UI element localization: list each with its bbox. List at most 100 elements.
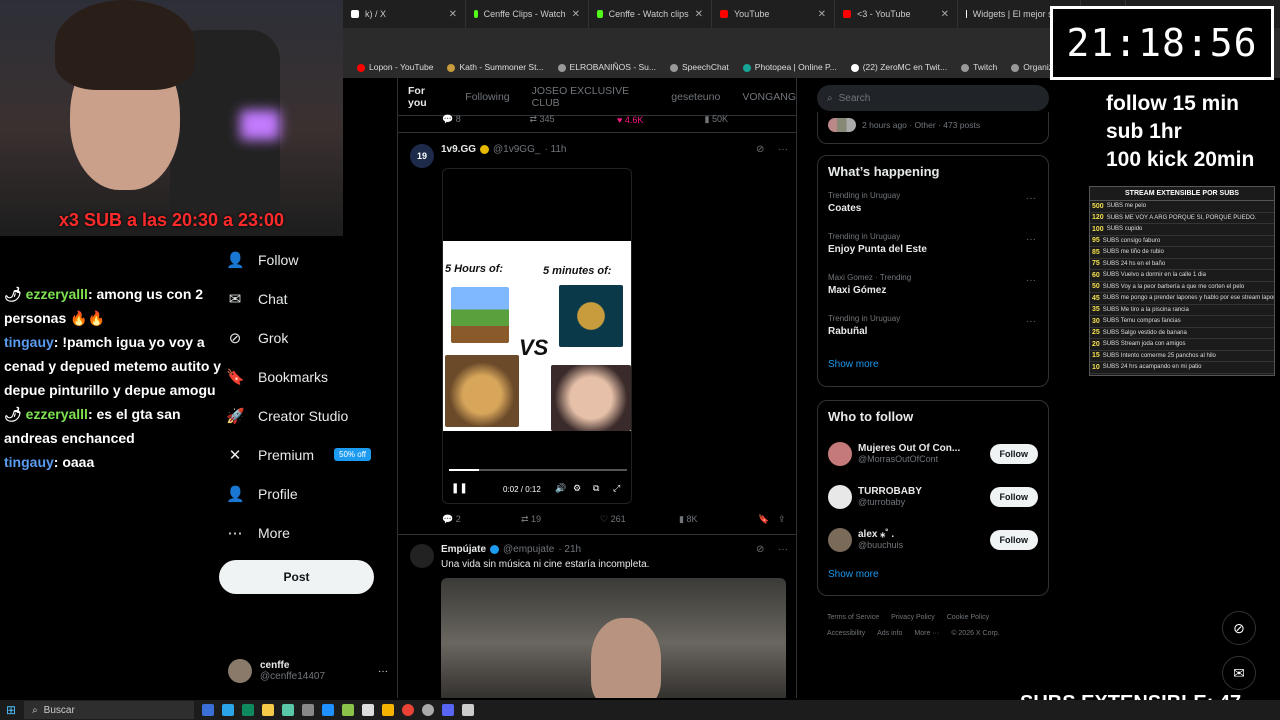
more-dots-icon[interactable]: ··· bbox=[1026, 316, 1036, 327]
follow-button[interactable]: Follow bbox=[989, 486, 1038, 507]
app-icon[interactable] bbox=[302, 704, 315, 716]
trend-item[interactable]: Maxi Gomez · Trending Maxi Gómez ··· bbox=[818, 269, 1048, 310]
post-video[interactable] bbox=[441, 578, 786, 698]
browser-tab[interactable]: <3 - YouTube ✕ bbox=[835, 0, 958, 28]
nav-item-grok[interactable]: ⊘ Grok bbox=[226, 318, 386, 357]
timeline-tab[interactable]: JOSEO EXCLUSIVE CLUB bbox=[532, 85, 650, 109]
app-icon[interactable] bbox=[462, 704, 475, 716]
footer-link[interactable]: Privacy Policy bbox=[891, 614, 935, 621]
browser-tab[interactable]: k) / X ✕ bbox=[343, 0, 466, 28]
more-dots-icon[interactable]: ··· bbox=[378, 666, 388, 677]
more-dots-icon[interactable]: ··· bbox=[778, 144, 788, 155]
app-icon[interactable] bbox=[342, 704, 355, 716]
timeline-tab[interactable]: geseteuno bbox=[671, 91, 720, 103]
like-button[interactable]: ♡ 261 bbox=[600, 514, 679, 525]
more-dots-icon[interactable]: ··· bbox=[1026, 234, 1036, 245]
more-dots-icon[interactable]: ··· bbox=[778, 544, 788, 555]
bookmark-item[interactable]: (22) ZeroMC en Twit... bbox=[850, 62, 947, 72]
trend-item[interactable]: Trending in Uruguay Rabuñal ··· bbox=[818, 310, 1048, 351]
nav-item-bookmarks[interactable]: 🔖 Bookmarks bbox=[226, 357, 386, 396]
follow-button[interactable]: Follow bbox=[989, 443, 1038, 464]
nav-item-premium[interactable]: ✕ Premium 50% off bbox=[226, 435, 386, 474]
app-icon[interactable] bbox=[322, 704, 335, 716]
search-input[interactable]: ⌕ Search bbox=[817, 85, 1049, 111]
post-avatar[interactable]: 19 bbox=[410, 144, 434, 168]
post-author[interactable]: 1v9.GG bbox=[441, 144, 476, 155]
video-player[interactable]: 5 Hours of: 5 minutes of: VS ❚❚ 0:02 / 0… bbox=[442, 168, 632, 504]
close-icon[interactable]: ✕ bbox=[572, 9, 580, 20]
taskbar-search[interactable]: ⌕ Buscar bbox=[24, 701, 195, 719]
task-view-icon[interactable] bbox=[202, 704, 215, 716]
trend-item[interactable]: Trending in Uruguay Coates ··· bbox=[818, 187, 1048, 228]
follow-suggestion[interactable]: alex ⁎˚ . @buuchuis Follow bbox=[818, 518, 1048, 561]
like-count[interactable]: ♥ 4.6K bbox=[617, 115, 705, 125]
edge-icon[interactable] bbox=[242, 704, 255, 716]
follow-suggestion[interactable]: Mujeres Out Of Con... @MorrasOutOfCont Fol… bbox=[818, 432, 1048, 475]
show-more-link[interactable]: Show more bbox=[818, 561, 1048, 588]
nav-item-profile[interactable]: 👤 Profile bbox=[226, 474, 386, 513]
follow-suggestion[interactable]: TURROBABY @turrobaby Follow bbox=[818, 475, 1048, 518]
more-dots-icon[interactable]: ··· bbox=[1026, 275, 1036, 286]
pause-icon[interactable]: ❚❚ bbox=[451, 483, 468, 494]
trend-item[interactable]: Trending in Uruguay Enjoy Punta del Este ·… bbox=[818, 228, 1048, 269]
repost-button[interactable]: ⇄ 19 bbox=[521, 514, 600, 525]
video-progress-track[interactable] bbox=[449, 469, 627, 471]
close-icon[interactable]: ✕ bbox=[818, 9, 826, 20]
browser-tab[interactable]: Cenffe - Watch clips ✕ bbox=[589, 0, 712, 28]
views-button[interactable]: ▮ 8K bbox=[679, 514, 758, 525]
bookmark-item[interactable]: Lopon - YouTube bbox=[357, 62, 433, 72]
chrome-icon[interactable] bbox=[402, 704, 415, 716]
nav-item-more[interactable]: ⋯ More bbox=[226, 513, 386, 552]
reply-count[interactable]: 💬 8 bbox=[442, 114, 530, 125]
bookmark-item[interactable]: Twitch bbox=[961, 62, 997, 72]
repost-count[interactable]: ⇄ 345 bbox=[530, 114, 618, 125]
nav-item-chat[interactable]: ✉ Chat bbox=[226, 279, 386, 318]
app-icon[interactable] bbox=[222, 704, 235, 716]
bookmark-item[interactable]: Kath - Summoner St... bbox=[447, 62, 544, 72]
chat-username[interactable]: ezzeryalll bbox=[26, 286, 88, 302]
show-more-link[interactable]: Show more bbox=[818, 351, 1048, 378]
footer-link[interactable]: More ··· bbox=[914, 630, 939, 637]
footer-link[interactable]: Ads info bbox=[877, 630, 902, 637]
grok-icon[interactable]: ⊘ bbox=[756, 544, 764, 555]
post-time[interactable]: · 21h bbox=[558, 544, 581, 555]
grok-float-button[interactable]: ⊘ bbox=[1222, 611, 1256, 645]
chat-username[interactable]: tingauy bbox=[4, 334, 54, 350]
grok-icon[interactable]: ⊘ bbox=[756, 144, 764, 155]
footer-link[interactable]: © 2026 X Corp. bbox=[951, 630, 999, 637]
bookmark-item[interactable]: ELROBANIÑOS - Su... bbox=[557, 62, 656, 72]
post-time[interactable]: · 11h bbox=[544, 144, 566, 155]
footer-link[interactable]: Cookie Policy bbox=[947, 614, 989, 621]
browser-tab[interactable]: Cenffe Clips - Watch ✕ bbox=[466, 0, 589, 28]
post-button[interactable]: Post bbox=[219, 560, 374, 594]
browser-tab[interactable]: YouTube ✕ bbox=[712, 0, 835, 28]
nav-item-follow[interactable]: 👤 Follow bbox=[226, 240, 386, 279]
discord-icon[interactable] bbox=[442, 704, 455, 716]
timeline-tab[interactable]: Following bbox=[465, 91, 509, 103]
app-icon[interactable] bbox=[362, 704, 375, 716]
app-icon[interactable] bbox=[282, 704, 295, 716]
timeline-tab[interactable]: For you bbox=[408, 85, 443, 109]
close-icon[interactable]: ✕ bbox=[695, 9, 703, 20]
more-dots-icon[interactable]: ··· bbox=[1026, 193, 1036, 204]
fullscreen-icon[interactable]: ⤢ bbox=[613, 483, 620, 494]
footer-link[interactable]: Terms of Service bbox=[827, 614, 879, 621]
chat-username[interactable]: ezzeryalll bbox=[26, 406, 88, 422]
bookmark-item[interactable]: Photopea | Online P... bbox=[742, 62, 837, 72]
post-handle[interactable]: @empujate bbox=[503, 544, 554, 555]
nav-item-creator-studio[interactable]: 🚀 Creator Studio bbox=[226, 396, 386, 435]
messages-float-button[interactable]: ✉ bbox=[1222, 656, 1256, 690]
reply-button[interactable]: 💬 2 bbox=[442, 514, 521, 525]
post-avatar[interactable] bbox=[410, 544, 434, 568]
bookmark-item[interactable]: SpeechChat bbox=[670, 62, 729, 72]
windows-start-icon[interactable]: ⊞ bbox=[6, 703, 16, 717]
pip-icon[interactable]: ⧉ bbox=[593, 483, 599, 494]
live-space-card[interactable]: 2 hours ago · Other · 473 posts bbox=[817, 112, 1049, 144]
file-explorer-icon[interactable] bbox=[382, 704, 395, 716]
share-icon[interactable]: ⇪ bbox=[778, 514, 792, 525]
volume-icon[interactable]: 🔊 bbox=[555, 483, 566, 494]
app-icon[interactable] bbox=[422, 704, 435, 716]
bookmark-icon[interactable]: 🔖 bbox=[758, 514, 778, 525]
settings-icon[interactable]: ⚙ bbox=[573, 483, 581, 494]
footer-link[interactable]: Accessibility bbox=[827, 630, 865, 637]
